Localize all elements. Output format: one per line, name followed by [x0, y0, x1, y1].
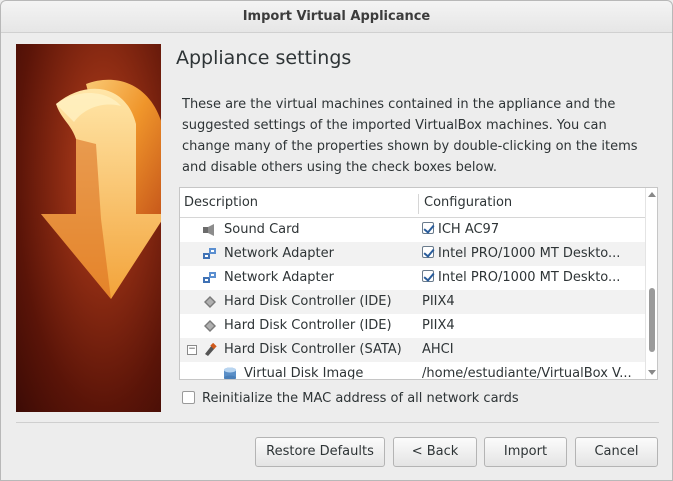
back-button[interactable]: < Back — [393, 437, 477, 467]
network-adapter-icon — [203, 272, 216, 283]
reinitialize-mac-label: Reinitialize the MAC address of all netw… — [202, 391, 519, 406]
import-button[interactable]: Import — [484, 437, 567, 467]
tree-header: Description Configuration — [180, 188, 645, 218]
collapse-toggle[interactable]: − — [187, 345, 197, 355]
page-description: These are the virtual machines contained… — [182, 97, 638, 175]
disk-image-icon — [224, 367, 236, 379]
row-description: Sound Card — [224, 222, 300, 237]
tree-row[interactable]: Hard Disk Controller (IDE) PIIX4 — [180, 290, 645, 314]
tree-row[interactable]: − Hard Disk Controller (SATA) AHCI — [180, 338, 645, 362]
row-configuration[interactable]: Intel PRO/1000 MT Deskto... — [422, 242, 644, 266]
tree-row[interactable]: Virtual Disk Image /home/estudiante/Virt… — [180, 362, 645, 380]
ide-controller-icon — [204, 320, 216, 332]
row-description: Network Adapter — [224, 246, 334, 261]
row-description: Hard Disk Controller (SATA) — [224, 342, 402, 357]
row-description: Hard Disk Controller (IDE) — [224, 318, 392, 333]
tree-row[interactable]: Network Adapter Intel PRO/1000 MT Deskto… — [180, 266, 645, 290]
window-title: Import Virtual Applicance — [1, 1, 672, 33]
reinitialize-mac-checkbox[interactable]: Reinitialize the MAC address of all netw… — [182, 391, 519, 406]
dialog-separator — [16, 422, 659, 423]
tree-vertical-scrollbar[interactable] — [645, 188, 657, 379]
row-checkbox[interactable] — [422, 222, 434, 234]
column-header-configuration[interactable]: Configuration — [424, 195, 512, 210]
column-header-description[interactable]: Description — [184, 195, 258, 210]
cancel-button[interactable]: Cancel — [575, 437, 658, 467]
network-adapter-icon — [203, 248, 216, 259]
import-arrow-icon — [41, 79, 161, 299]
row-description: Virtual Disk Image — [244, 366, 364, 380]
checkbox-box[interactable] — [182, 391, 195, 404]
ide-controller-icon — [204, 296, 216, 308]
restore-defaults-button[interactable]: Restore Defaults — [255, 437, 385, 467]
row-configuration[interactable]: Intel PRO/1000 MT Deskto... — [422, 266, 644, 290]
wizard-banner-image — [16, 44, 161, 412]
page-title: Appliance settings — [176, 47, 352, 69]
row-configuration[interactable]: /home/estudiante/VirtualBox V... — [422, 362, 644, 379]
tree-row[interactable]: Network Adapter Intel PRO/1000 MT Deskto… — [180, 242, 645, 266]
row-description: Network Adapter — [224, 270, 334, 285]
scrollbar-thumb[interactable] — [649, 288, 655, 352]
row-checkbox[interactable] — [422, 246, 434, 258]
scroll-up-icon[interactable] — [648, 192, 656, 197]
import-appliance-window: Import Virtual Applicance Appliance sett… — [0, 0, 673, 481]
row-configuration[interactable]: ICH AC97 — [422, 218, 644, 242]
tree-row[interactable]: Hard Disk Controller (IDE) PIIX4 — [180, 314, 645, 338]
row-description: Hard Disk Controller (IDE) — [224, 294, 392, 309]
row-configuration[interactable]: AHCI — [422, 338, 644, 362]
scroll-down-icon[interactable] — [648, 370, 656, 375]
sound-card-icon — [203, 224, 214, 236]
sata-controller-icon — [205, 343, 217, 356]
appliance-settings-tree[interactable]: Description Configuration Sound Card ICH… — [179, 187, 658, 380]
tree-row[interactable]: Sound Card ICH AC97 — [180, 218, 645, 242]
row-checkbox[interactable] — [422, 270, 434, 282]
row-configuration[interactable]: PIIX4 — [422, 290, 644, 314]
column-divider — [418, 194, 419, 214]
tree-rows: Sound Card ICH AC97 Network Adapter Inte… — [180, 218, 645, 380]
row-configuration[interactable]: PIIX4 — [422, 314, 644, 338]
